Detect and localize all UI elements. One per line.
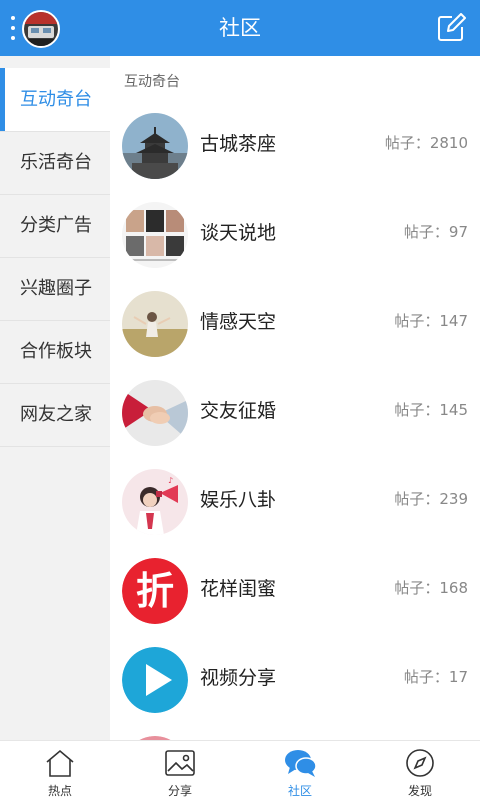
sidebar-item-lehuo[interactable]: 乐活奇台 xyxy=(0,131,110,194)
forum-name: 视频分享 xyxy=(200,667,277,689)
tab-community[interactable]: 社区 xyxy=(240,741,360,800)
sidebar-divider xyxy=(0,446,110,447)
tab-discover[interactable]: 发现 xyxy=(360,741,480,800)
top-bar: 社区 xyxy=(0,0,480,56)
tab-label: 社区 xyxy=(287,784,312,798)
sidebar-item-fenlei[interactable]: 分类广告 xyxy=(0,194,110,257)
forum-row-gucheng[interactable]: 古城茶座 帖子：2810 xyxy=(110,100,480,189)
sidebar-item-hezuo[interactable]: 合作板块 xyxy=(0,320,110,383)
sidebar-item-wangyou[interactable]: 网友之家 xyxy=(0,383,110,446)
forum-row-partial[interactable] xyxy=(110,723,480,740)
play-icon xyxy=(122,647,188,713)
forum-row-shipin[interactable]: 视频分享 帖子：17 xyxy=(110,634,480,723)
tab-label: 热点 xyxy=(47,784,72,798)
forum-name: 谈天说地 xyxy=(200,222,277,244)
svg-text:折: 折 xyxy=(136,569,174,613)
tab-label: 分享 xyxy=(167,784,192,798)
compass-icon xyxy=(402,747,438,779)
forum-row-yule[interactable]: ♪ 娱乐八卦 帖子：239 xyxy=(110,456,480,545)
chat-bubbles-icon xyxy=(282,747,318,779)
forum-row-tantian[interactable]: 谈天说地 帖子：97 xyxy=(110,189,480,278)
pagoda-photo xyxy=(122,113,188,179)
post-count: 帖子：145 xyxy=(394,401,468,419)
forum-row-jiaoyou[interactable]: 交友征婚 帖子：145 xyxy=(110,367,480,456)
svg-text:♪: ♪ xyxy=(168,476,173,485)
forum-list: 互动奇台 古城茶座 帖子：2810 谈天说地 帖子：97 情感天空 帖子：147… xyxy=(110,56,480,740)
section-title: 互动奇台 xyxy=(124,74,180,90)
forum-row-qinggan[interactable]: 情感天空 帖子：147 xyxy=(110,278,480,367)
tab-share[interactable]: 分享 xyxy=(120,741,240,800)
post-count: 帖子：239 xyxy=(394,490,468,508)
sidebar-item-xingqu[interactable]: 兴趣圈子 xyxy=(0,257,110,320)
post-count: 帖子：97 xyxy=(403,223,468,241)
sidebar-item-hudong[interactable]: 互动奇台 xyxy=(0,68,110,131)
category-sidebar: 互动奇台 乐活奇台 分类广告 兴趣圈子 合作板块 网友之家 xyxy=(0,56,110,740)
girl-field-photo xyxy=(122,291,188,357)
tab-hotspot[interactable]: 热点 xyxy=(0,741,120,800)
tab-label: 发现 xyxy=(407,784,432,798)
image-icon xyxy=(162,747,198,779)
megaphone-girl-photo: ♪ xyxy=(122,469,188,535)
page-title: 社区 xyxy=(219,16,261,40)
home-icon xyxy=(42,747,78,779)
forum-name: 娱乐八卦 xyxy=(200,489,277,511)
post-count: 帖子：147 xyxy=(394,312,468,330)
forum-name: 花样闺蜜 xyxy=(200,578,277,600)
forum-row-huayang[interactable]: 折 花样闺蜜 帖子：168 xyxy=(110,545,480,634)
post-count: 帖子：2810 xyxy=(384,134,468,152)
forum-name: 古城茶座 xyxy=(200,133,277,155)
post-count: 帖子：17 xyxy=(403,668,468,686)
bottom-tab-bar: 热点 分享 社区 发现 xyxy=(0,740,480,800)
post-count: 帖子：168 xyxy=(394,579,468,597)
edit-icon[interactable] xyxy=(436,13,466,43)
forum-name: 情感天空 xyxy=(200,311,277,333)
magazine-photo xyxy=(122,202,188,268)
forum-name: 交友征婚 xyxy=(200,400,277,422)
holding-hands-photo xyxy=(122,380,188,446)
discount-zhe-icon: 折 xyxy=(122,558,188,624)
